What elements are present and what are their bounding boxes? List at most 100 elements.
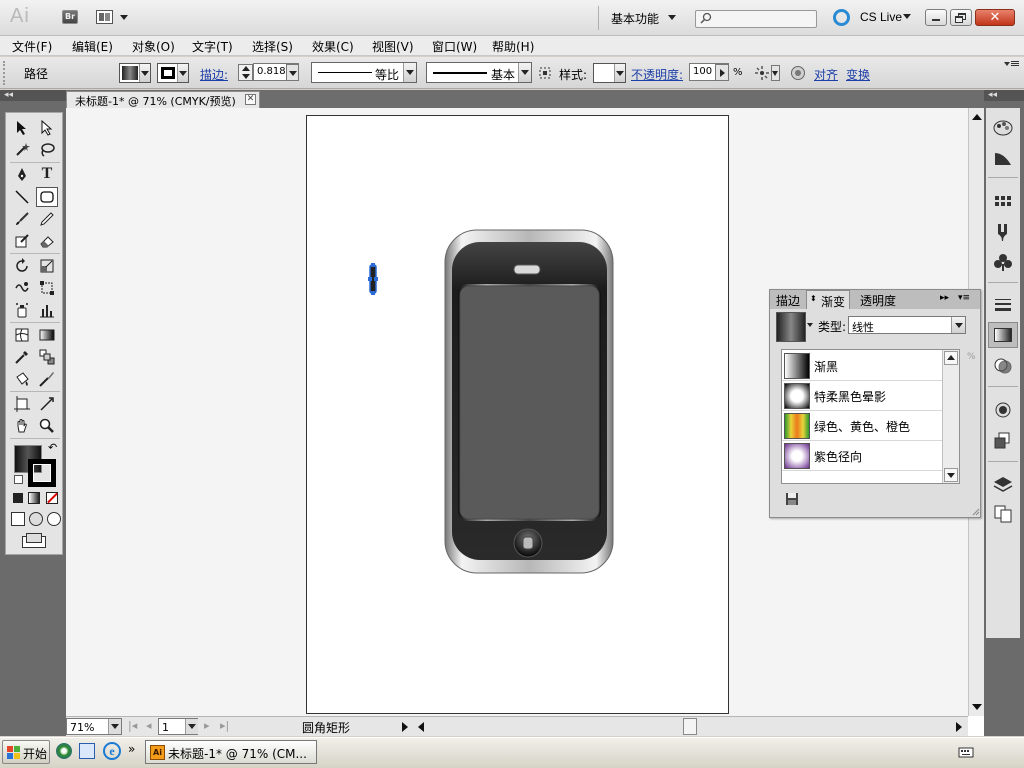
column-graph-tool-icon[interactable] xyxy=(36,300,58,320)
list-item[interactable]: 绿色、黄色、橙色 xyxy=(782,411,942,441)
cslive-menu[interactable]: CS Live xyxy=(860,10,902,24)
default-fill-stroke-icon[interactable] xyxy=(14,475,23,484)
panel-menu-icon[interactable]: ▾≡ xyxy=(958,293,970,303)
list-item[interactable]: 特柔黑色晕影 xyxy=(782,381,942,411)
zoom-tool-icon[interactable] xyxy=(36,416,58,436)
gradient-mode-icon[interactable] xyxy=(28,492,40,504)
scale-tool-icon[interactable] xyxy=(36,256,58,276)
workspace-switcher[interactable]: 基本功能 xyxy=(611,10,659,27)
gradient-preview-swatch[interactable] xyxy=(776,312,806,342)
status-display[interactable]: 圆角矩形 xyxy=(236,718,424,735)
expand-panels-icon[interactable]: ◂◂ xyxy=(984,90,1024,101)
pen-tool-icon[interactable] xyxy=(11,165,33,185)
color-mode-icon[interactable] xyxy=(13,493,23,503)
transform-panel-link[interactable]: 变换 xyxy=(846,66,870,83)
free-transform-tool-icon[interactable] xyxy=(36,278,58,298)
selection-tool-icon[interactable] xyxy=(11,118,33,138)
stroke-profile-dropdown[interactable]: 等比 xyxy=(311,62,417,83)
swatches-icon[interactable] xyxy=(992,192,1014,212)
list-item[interactable]: 渐黑 xyxy=(782,351,942,381)
internet-explorer-icon[interactable]: e xyxy=(103,742,121,760)
tab-gradient[interactable]: ⬍ 渐变 xyxy=(806,290,851,309)
media-player-icon[interactable] xyxy=(56,743,72,759)
stroke-panel-link[interactable]: 描边: xyxy=(200,66,228,83)
paintbrush-tool-icon[interactable] xyxy=(11,209,33,229)
show-desktop-icon[interactable] xyxy=(79,743,95,759)
menu-file[interactable]: 文件(F) xyxy=(12,38,52,55)
layers-icon[interactable] xyxy=(992,474,1014,494)
menu-help[interactable]: 帮助(H) xyxy=(492,38,534,55)
bridge-button[interactable]: Br xyxy=(62,10,78,24)
next-artboard-icon[interactable]: ▸ xyxy=(204,719,210,732)
align-panel-link[interactable]: 对齐 xyxy=(814,66,838,83)
color-palette-icon[interactable] xyxy=(992,118,1014,138)
scroll-left-icon[interactable] xyxy=(414,719,428,734)
gradient-panel-tab[interactable] xyxy=(988,322,1018,348)
stroke-color-dropdown[interactable] xyxy=(157,63,189,83)
blend-tool-icon[interactable] xyxy=(36,347,58,367)
artboard-dropdown[interactable] xyxy=(185,719,198,734)
brush-definition-dropdown[interactable]: 基本 xyxy=(426,62,532,83)
first-artboard-icon[interactable]: |◂ xyxy=(128,719,137,732)
tab-stroke[interactable]: 描边 xyxy=(772,290,804,309)
appearance-icon[interactable] xyxy=(992,400,1014,420)
screen-mode-icon[interactable] xyxy=(22,533,46,548)
warp-tool-icon[interactable] xyxy=(11,278,33,298)
direct-selection-tool-icon[interactable] xyxy=(36,118,58,138)
draw-behind-icon[interactable] xyxy=(29,512,43,526)
preset-list-scrollbar[interactable] xyxy=(942,350,959,483)
keyboard-icon[interactable] xyxy=(958,745,974,759)
mesh-tool-icon[interactable] xyxy=(11,325,33,345)
slice-select-tool-icon[interactable] xyxy=(36,394,58,414)
menu-effect[interactable]: 效果(C) xyxy=(312,38,354,55)
start-button[interactable]: 开始 xyxy=(2,740,50,764)
opacity-slider-button[interactable] xyxy=(715,64,729,81)
rotate-tool-icon[interactable] xyxy=(11,256,33,276)
stroke-panel-icon[interactable] xyxy=(992,295,1014,315)
blob-brush-tool-icon[interactable] xyxy=(11,231,33,251)
hand-tool-icon[interactable] xyxy=(11,416,33,436)
color-guide-icon[interactable] xyxy=(992,148,1014,168)
close-tab-icon[interactable]: ✕ xyxy=(245,94,256,105)
graphic-styles-icon[interactable] xyxy=(992,430,1014,450)
menu-edit[interactable]: 编辑(E) xyxy=(72,38,113,55)
phone-illustration[interactable] xyxy=(442,227,616,577)
recolor-artwork-icon[interactable] xyxy=(754,65,770,81)
eyedropper-tool-icon[interactable] xyxy=(11,347,33,367)
grip-handle[interactable] xyxy=(3,61,9,85)
tab-transparency[interactable]: 透明度 xyxy=(856,290,900,309)
chevron-down-icon[interactable] xyxy=(903,14,911,19)
stroke-swatch[interactable] xyxy=(28,459,56,487)
menu-type[interactable]: 文字(T) xyxy=(192,38,233,55)
pencil-tool-icon[interactable] xyxy=(36,209,58,229)
taskbar-illustrator-item[interactable]: Ai 未标题-1* @ 71% (CM... xyxy=(145,740,317,764)
artboards-icon[interactable] xyxy=(992,504,1014,524)
scroll-down-icon[interactable] xyxy=(972,704,982,710)
menu-select[interactable]: 选择(S) xyxy=(252,38,293,55)
gradient-type-select[interactable]: 线性 xyxy=(848,316,966,334)
artboard-tool-icon[interactable] xyxy=(11,394,33,414)
help-search-input[interactable] xyxy=(695,10,817,28)
live-paint-bucket-tool-icon[interactable] xyxy=(11,369,33,389)
save-gradient-icon[interactable] xyxy=(785,492,799,506)
eraser-tool-icon[interactable] xyxy=(36,231,58,251)
draw-normal-icon[interactable] xyxy=(11,512,25,526)
type-tool-icon[interactable]: T xyxy=(36,165,58,185)
isolate-object-icon[interactable] xyxy=(790,65,806,81)
list-item[interactable]: 紫色径向 xyxy=(782,441,942,471)
minimize-button[interactable] xyxy=(925,9,947,26)
rounded-rectangle-tool-icon[interactable] xyxy=(36,187,58,207)
selected-rounded-rectangle[interactable] xyxy=(366,262,380,296)
collapse-panel-icon[interactable]: ▸▸ xyxy=(940,293,949,303)
draw-inside-icon[interactable] xyxy=(47,512,61,526)
prev-artboard-icon[interactable]: ◂ xyxy=(146,719,152,732)
stroke-weight-stepper[interactable] xyxy=(238,64,253,81)
last-artboard-icon[interactable]: ▸| xyxy=(220,719,229,732)
none-mode-icon[interactable] xyxy=(46,492,58,504)
swap-fill-stroke-icon[interactable]: ↶ xyxy=(48,441,57,454)
menu-object[interactable]: 对象(O) xyxy=(132,38,175,55)
opacity-panel-link[interactable]: 不透明度: xyxy=(631,66,683,83)
scroll-right-icon[interactable] xyxy=(952,719,966,734)
stroke-weight-dropdown[interactable] xyxy=(286,64,299,81)
brush-options-icon[interactable] xyxy=(538,66,552,80)
